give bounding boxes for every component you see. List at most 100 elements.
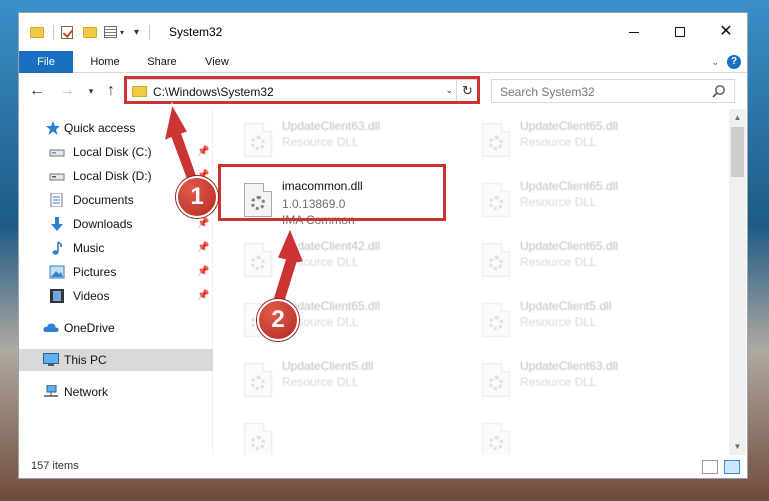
pin-icon[interactable]: 📌	[197, 141, 209, 163]
close-button[interactable]: ✕	[703, 13, 747, 51]
scroll-up-icon[interactable]: ▲	[729, 109, 746, 126]
cloud-icon	[43, 323, 59, 332]
callout-badge-2: 2	[257, 299, 299, 341]
list-item[interactable]: UpdateClient5.dll Resource DLL	[234, 357, 464, 407]
list-item[interactable]	[234, 417, 464, 455]
sidebar-item-videos[interactable]: Videos 📌	[19, 285, 213, 307]
folder-icon	[30, 27, 44, 38]
item-count: 157 items	[31, 460, 79, 472]
tab-home[interactable]: Home	[81, 51, 129, 73]
list-item[interactable]: UpdateClient63.dll Resource DLL	[472, 357, 702, 407]
properties-icon[interactable]	[104, 26, 117, 38]
vertical-scrollbar[interactable]: ▲ ▼	[729, 109, 746, 455]
sidebar-item-label: Downloads	[73, 217, 133, 231]
sidebar-item-this-pc[interactable]: This PC	[19, 349, 213, 371]
search-icon[interactable]	[712, 84, 726, 98]
list-item[interactable]: UpdateClient65.dll Resource DLL	[472, 117, 702, 167]
dll-file-icon	[244, 423, 272, 455]
sidebar-item-onedrive[interactable]: OneDrive	[19, 317, 213, 339]
tab-view[interactable]: View	[195, 51, 239, 73]
list-item[interactable]	[472, 417, 702, 455]
properties-check-icon[interactable]	[61, 26, 73, 39]
network-icon	[44, 385, 58, 397]
status-bar: 157 items	[19, 455, 747, 478]
details-view-icon[interactable]	[702, 460, 718, 474]
scroll-down-icon[interactable]: ▼	[729, 438, 746, 455]
file-type: Resource DLL	[520, 255, 597, 269]
pin-icon[interactable]: 📌	[197, 237, 209, 259]
file-type: Resource DLL	[520, 375, 597, 389]
new-folder-icon[interactable]	[83, 27, 97, 38]
up-button[interactable]: ↑	[101, 81, 121, 101]
chevron-down-icon[interactable]: ▾	[120, 28, 124, 37]
sidebar-item-music[interactable]: Music 📌	[19, 237, 213, 259]
forward-button[interactable]: →	[57, 81, 77, 101]
dll-file-icon	[482, 423, 510, 455]
expand-ribbon-icon[interactable]: ⌄	[711, 57, 719, 68]
tab-share[interactable]: Share	[137, 51, 187, 73]
drive-icon	[49, 173, 65, 181]
scroll-thumb[interactable]	[731, 127, 744, 177]
dll-file-icon	[244, 243, 272, 277]
title-bar: ▾ ▾ System32 ✕	[19, 13, 747, 51]
toolbar-divider	[149, 25, 150, 40]
sidebar-item-local-disk-c[interactable]: Local Disk (C:) 📌	[19, 141, 213, 163]
dll-file-icon	[244, 363, 272, 397]
sidebar-item-label: Music	[73, 241, 105, 255]
documents-icon	[50, 193, 63, 207]
sidebar-item-pictures[interactable]: Pictures 📌	[19, 261, 213, 283]
list-item[interactable]: UpdateClient5.dll Resource DLL	[472, 297, 702, 347]
dll-file-icon	[482, 183, 510, 217]
dll-file-icon	[482, 363, 510, 397]
list-item[interactable]: UpdateClient65.dll Resource DLL	[472, 177, 702, 227]
list-item[interactable]: UpdateClient63.dll Resource DLL	[234, 117, 464, 167]
sidebar-item-quick-access[interactable]: Quick access	[19, 117, 213, 139]
ribbon-controls: ⌄ ?	[711, 55, 741, 69]
sidebar-item-label: Quick access	[64, 121, 136, 135]
file-name: UpdateClient65.dll	[520, 179, 619, 193]
film-icon	[50, 289, 64, 303]
dll-file-icon	[482, 123, 510, 157]
callout-badge-1: 1	[176, 176, 218, 218]
arrow-right-icon: →	[59, 82, 75, 99]
file-list: UpdateClient63.dll Resource DLL UpdateCl…	[214, 109, 729, 455]
sidebar-item-label: This PC	[64, 353, 107, 367]
search-input[interactable]: Search System32	[491, 79, 735, 103]
sidebar-item-label: Network	[64, 385, 109, 399]
recent-locations-button[interactable]: ▾	[81, 81, 101, 101]
file-name: UpdateClient65.dll	[520, 239, 619, 253]
help-icon[interactable]: ?	[727, 55, 741, 69]
minimize-icon	[629, 31, 639, 33]
sidebar-item-downloads[interactable]: Downloads 📌	[19, 213, 213, 235]
window-title: System32	[169, 25, 223, 39]
customize-dropdown-icon[interactable]: ▾	[134, 27, 139, 38]
list-item[interactable]: UpdateClient42.dll Resource DLL	[234, 237, 464, 287]
file-type: Resource DLL	[282, 255, 359, 269]
file-type: Resource DLL	[520, 135, 597, 149]
file-name: UpdateClient5.dll	[282, 359, 374, 373]
sidebar-item-label: Local Disk (D:)	[73, 169, 152, 183]
dll-file-icon	[482, 303, 510, 337]
pin-icon[interactable]: 📌	[197, 261, 209, 283]
minimize-button[interactable]	[611, 13, 657, 51]
sidebar-item-label: Documents	[73, 193, 134, 207]
arrow-left-icon: ←	[29, 82, 45, 99]
file-type: Resource DLL	[520, 195, 597, 209]
navigation-pane: Quick access Local Disk (C:) 📌 Local Dis…	[19, 109, 213, 455]
maximize-icon	[675, 27, 685, 37]
ribbon-tabs: File Home Share View ⌄ ?	[19, 51, 747, 73]
music-note-icon	[52, 241, 62, 255]
list-item[interactable]: UpdateClient65.dll Resource DLL	[472, 237, 702, 287]
star-icon	[46, 121, 60, 135]
sidebar-item-label: Local Disk (C:)	[73, 145, 152, 159]
toolbar-divider	[53, 25, 54, 40]
large-icons-view-icon[interactable]	[724, 460, 740, 474]
sidebar-item-network[interactable]: Network	[19, 381, 213, 403]
sidebar-item-label: Pictures	[73, 265, 117, 279]
dll-file-icon	[244, 123, 272, 157]
tab-file[interactable]: File	[19, 51, 73, 73]
back-button[interactable]: ←	[27, 81, 47, 101]
pin-icon[interactable]: 📌	[197, 285, 209, 307]
maximize-button[interactable]	[657, 13, 703, 51]
file-type: Resource DLL	[282, 135, 359, 149]
